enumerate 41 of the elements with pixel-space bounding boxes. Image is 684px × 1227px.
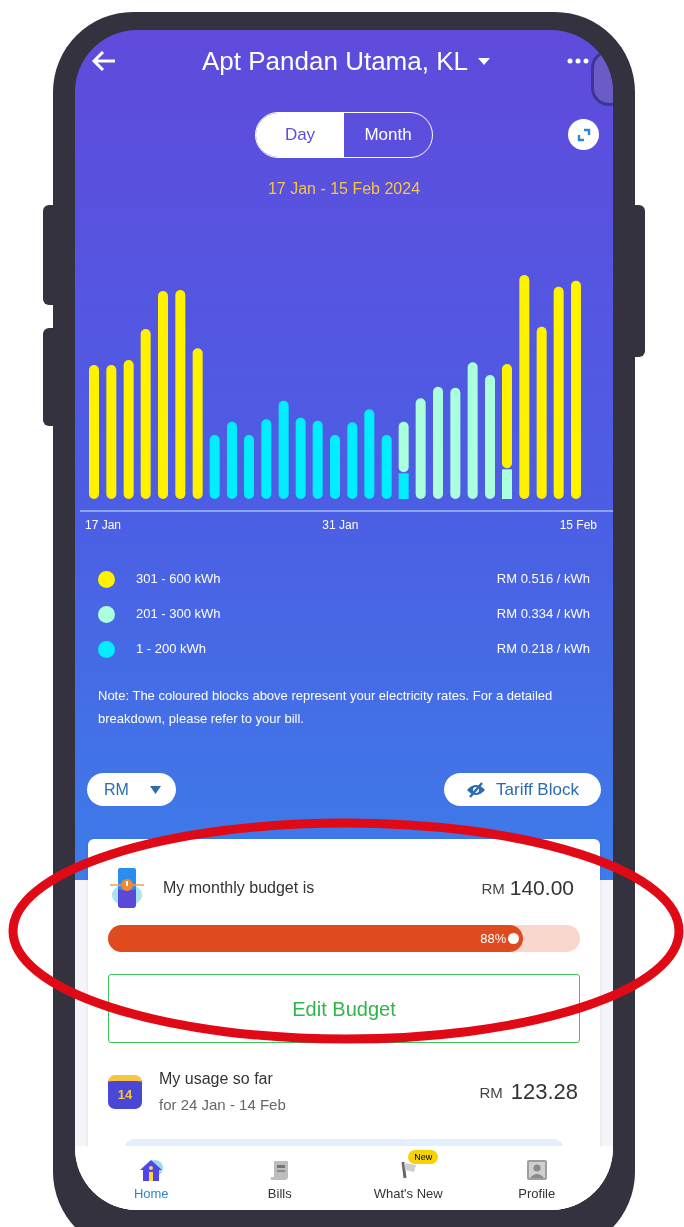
nav-tab[interactable]: Home [101, 1148, 202, 1210]
axis-label: 15 Feb [559, 517, 597, 534]
legend-rate: RM 0.218 / kWh [496, 640, 590, 659]
home-icon [138, 1158, 165, 1182]
new-badge: New [408, 1150, 439, 1164]
legend-range: 301 - 600 kWh [136, 570, 221, 589]
caret-icon [150, 785, 161, 794]
tariff-note: Note: The coloured blocks above represent your electricity rates. For a detailed breakdown, please refer to your bill. [97, 687, 554, 728]
period-tab[interactable]: Day [256, 113, 344, 157]
usage-period: for 24 Jan - 14 Feb [159, 1095, 286, 1115]
eye-off-icon [466, 781, 487, 798]
profile-icon [524, 1158, 549, 1182]
legend-range: 1 - 200 kWh [136, 640, 207, 659]
axis-label: 31 Jan [322, 517, 359, 534]
location-title[interactable]: Apt Pandan Utama, KL [202, 41, 468, 81]
budget-currency: RM [481, 878, 505, 899]
tariff-block-button[interactable]: Tariff Block [444, 773, 601, 806]
more-icon[interactable] [567, 58, 589, 64]
usage-amount: 123.28 [510, 1078, 578, 1107]
nav-tab[interactable]: Profile [486, 1148, 587, 1210]
expand-icon [576, 127, 591, 142]
legend-range: 201 - 300 kWh [136, 605, 221, 624]
legend-rate: RM 0.516 / kWh [496, 570, 590, 589]
phone-alert-icon [108, 867, 146, 909]
usage-label: My usage so far [159, 1069, 274, 1089]
date-range: 17 Jan - 15 Feb 2024 [267, 179, 421, 199]
currency-dropdown[interactable]: RM [87, 773, 176, 806]
nav-tab[interactable]: Bills [229, 1148, 330, 1210]
budget-amount: 140.00 [509, 875, 574, 902]
nav-tab[interactable]: New What's New [358, 1148, 459, 1210]
progress-knob [508, 933, 520, 944]
axis-label: 17 Jan [85, 517, 122, 534]
budget-percent: 88% [480, 929, 507, 948]
budget-label: My monthly budget is [163, 878, 315, 898]
calendar-day: 14 [117, 1085, 133, 1105]
expand-button[interactable] [568, 119, 599, 150]
usage-currency: RM [479, 1082, 503, 1103]
caret-icon[interactable] [477, 57, 490, 65]
period-tab[interactable]: Month [344, 113, 432, 157]
legend-rate: RM 0.334 / kWh [496, 605, 590, 624]
back-arrow-icon[interactable] [91, 50, 117, 72]
